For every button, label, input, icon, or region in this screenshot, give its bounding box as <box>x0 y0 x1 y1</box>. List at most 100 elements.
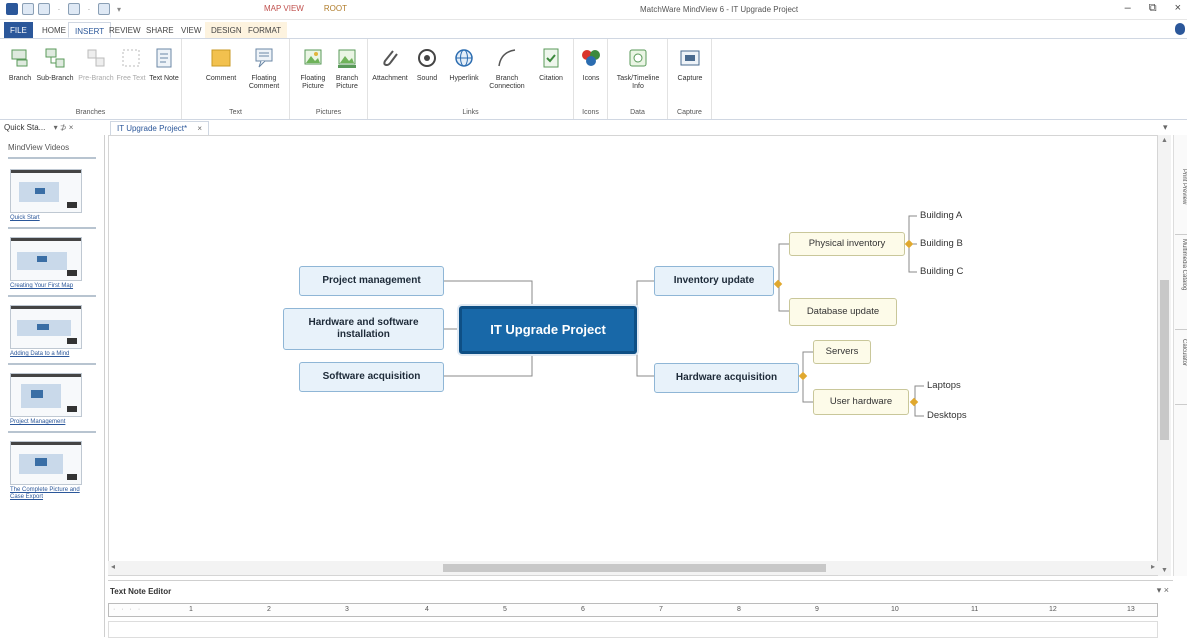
scrollbar-thumb[interactable] <box>443 564 826 572</box>
branch-button[interactable]: Branch <box>4 47 36 83</box>
group-label-text: Text <box>229 109 242 116</box>
vertical-scrollbar[interactable]: ▲ ▼ <box>1158 135 1171 576</box>
citation-button[interactable]: Citation <box>532 47 570 83</box>
pane-controls[interactable]: ▾ × <box>1157 585 1169 596</box>
task-info-icon <box>629 49 647 67</box>
scroll-right-icon[interactable]: ▸ <box>1151 562 1155 571</box>
undo-icon[interactable] <box>68 3 80 15</box>
pre-branch-icon <box>87 49 105 67</box>
central-topic[interactable]: IT Upgrade Project <box>459 306 637 354</box>
subbranch-user-hardware[interactable]: User hardware <box>813 389 909 415</box>
horizontal-scrollbar[interactable]: ◂ ▸ <box>108 561 1158 575</box>
ruler[interactable]: · · · · 1 2 3 4 5 6 7 8 9 10 11 12 13 <box>108 603 1158 617</box>
floating-comment-button[interactable]: Floating Comment <box>242 47 286 91</box>
ruler-number: 7 <box>659 606 663 613</box>
branch-hardware-acquisition[interactable]: Hardware acquisition <box>654 363 799 393</box>
leaf-building-b[interactable]: Building B <box>920 238 963 249</box>
chevron-down-icon[interactable]: ▾ <box>1163 122 1168 133</box>
comment-button[interactable]: Comment <box>204 47 238 83</box>
video-caption[interactable]: Creating Your First Map <box>10 283 90 290</box>
pre-branch-button[interactable]: Pre-Branch <box>78 47 114 83</box>
help-icon[interactable] <box>1175 23 1185 35</box>
tab-view[interactable]: VIEW <box>175 22 207 38</box>
separator: · <box>57 4 61 14</box>
save-icon[interactable] <box>22 3 34 15</box>
scroll-up-icon[interactable]: ▲ <box>1161 137 1168 144</box>
video-caption[interactable]: Adding Data to a Mind <box>10 351 90 358</box>
minimize-button[interactable]: – <box>1125 2 1131 15</box>
tab-format[interactable]: FORMAT <box>242 22 288 38</box>
subbranch-servers[interactable]: Servers <box>813 340 871 364</box>
context-tab-root: ROOT <box>323 4 347 13</box>
ruler-number: 8 <box>737 606 741 613</box>
sound-icon <box>418 49 436 67</box>
branch-hardware-software-installation[interactable]: Hardware and software installation <box>283 308 444 350</box>
attachment-button[interactable]: Attachment <box>370 47 410 83</box>
redo-icon[interactable] <box>98 3 110 15</box>
group-label-capture: Capture <box>677 109 702 116</box>
video-caption[interactable]: Quick Start <box>10 215 90 222</box>
sub-branch-button[interactable]: Sub-Branch <box>36 47 74 83</box>
side-tab-multimedia-catalog[interactable]: Multimedia Catalog <box>1175 235 1187 330</box>
leaf-building-c[interactable]: Building C <box>920 266 963 277</box>
ribbon-group-icons: Icons Icons <box>574 39 608 119</box>
tab-home[interactable]: HOME <box>36 22 72 38</box>
video-thumbnail[interactable] <box>10 169 82 213</box>
group-label-data: Data <box>630 109 645 116</box>
close-button[interactable]: × <box>1175 2 1181 15</box>
ribbon-group-pictures: Floating Picture Branch Picture Pictures <box>290 39 368 119</box>
video-thumbnail[interactable] <box>10 305 82 349</box>
customize-qat-icon[interactable]: ▾ <box>114 5 124 14</box>
branch-picture-button[interactable]: Branch Picture <box>330 47 364 91</box>
side-tab-print-preview[interactable]: Print Preview <box>1175 165 1187 235</box>
branch-software-acquisition[interactable]: Software acquisition <box>299 362 444 392</box>
video-thumbnail[interactable] <box>10 237 82 281</box>
video-thumbnail[interactable] <box>10 373 82 417</box>
side-tab-calculator[interactable]: Calculator <box>1175 335 1187 405</box>
branch-project-management[interactable]: Project management <box>299 266 444 296</box>
scrollbar-thumb[interactable] <box>1160 280 1169 440</box>
globe-icon <box>455 49 473 67</box>
subbranch-physical-inventory[interactable]: Physical inventory <box>789 232 905 256</box>
pane-controls[interactable]: ▾ ⊅ × <box>54 123 74 132</box>
leaf-laptops[interactable]: Laptops <box>927 380 961 391</box>
scroll-down-icon[interactable]: ▼ <box>1161 567 1168 574</box>
branch-inventory-update[interactable]: Inventory update <box>654 266 774 296</box>
group-label-icons: Icons <box>582 109 599 116</box>
divider <box>8 157 96 159</box>
video-caption[interactable]: The Complete Picture and Case Export <box>10 487 90 501</box>
close-tab-icon[interactable]: × <box>197 124 202 133</box>
ribbon-group-text: Comment Floating Comment Text <box>182 39 290 119</box>
floating-picture-button[interactable]: Floating Picture <box>296 47 330 91</box>
free-text-button[interactable]: Free Text <box>116 47 146 83</box>
leaf-building-a[interactable]: Building A <box>920 210 962 221</box>
new-icon[interactable] <box>38 3 50 15</box>
sound-button[interactable]: Sound <box>412 47 442 83</box>
ruler-number: 9 <box>815 606 819 613</box>
quick-start-header: Quick Sta... ▾ ⊅ × <box>0 121 105 135</box>
capture-button[interactable]: Capture <box>672 47 708 83</box>
divider <box>8 363 96 365</box>
scroll-left-icon[interactable]: ◂ <box>111 562 115 571</box>
ruler-number: 2 <box>267 606 271 613</box>
app-logo-icon <box>6 3 18 15</box>
document-tab[interactable]: IT Upgrade Project* × <box>110 121 210 135</box>
video-thumbnail[interactable] <box>10 441 82 485</box>
branch-connection-button[interactable]: Branch Connection <box>486 47 528 91</box>
quick-start-pane: MindView Videos Quick Start Creating You… <box>0 135 105 637</box>
restore-button[interactable]: ⧉ <box>1149 2 1157 15</box>
leaf-desktops[interactable]: Desktops <box>927 410 967 421</box>
text-note-body[interactable] <box>108 621 1158 638</box>
tab-file[interactable]: FILE <box>4 22 33 38</box>
ribbon: Branch Sub-Branch Pre-Branch Free Text T… <box>0 38 1187 120</box>
mind-map-canvas[interactable]: Project management Hardware and software… <box>108 135 1158 576</box>
task-timeline-info-button[interactable]: Task/Timeline Info <box>612 47 664 91</box>
text-note-button[interactable]: Text Note <box>148 47 180 83</box>
subbranch-database-update[interactable]: Database update <box>789 298 897 326</box>
hyperlink-button[interactable]: Hyperlink <box>446 47 482 83</box>
comment-icon <box>211 49 231 67</box>
icons-button[interactable]: Icons <box>576 47 606 83</box>
video-caption[interactable]: Project Management <box>10 419 90 426</box>
tab-share[interactable]: SHARE <box>140 22 180 38</box>
sub-branch-icon <box>45 48 65 68</box>
